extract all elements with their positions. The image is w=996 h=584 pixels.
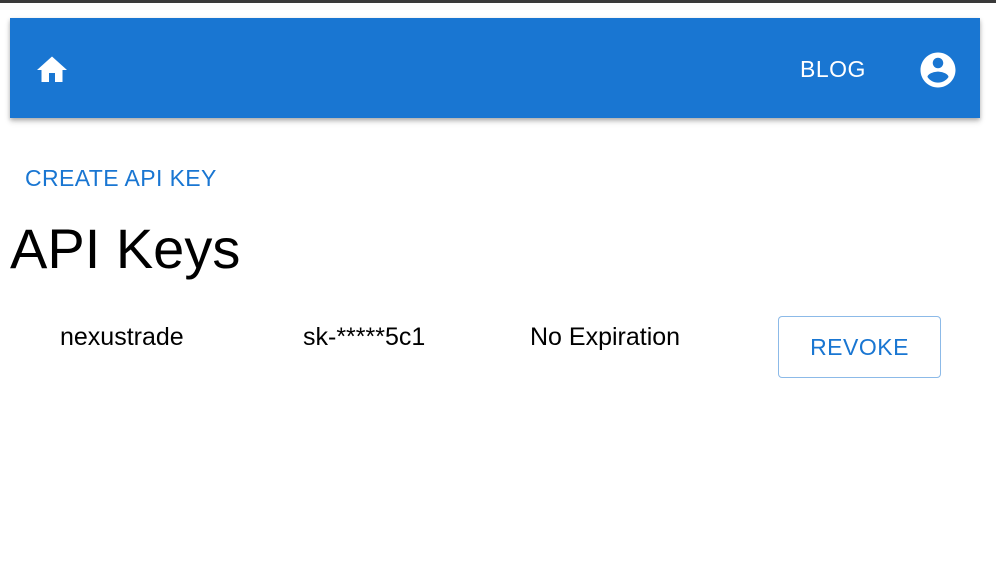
home-button[interactable] xyxy=(32,50,72,90)
api-key-row: nexustrade sk-*****5c1 No Expiration REV… xyxy=(0,316,996,380)
account-button[interactable] xyxy=(916,48,960,92)
api-key-masked-value: sk-*****5c1 xyxy=(303,323,426,351)
revoke-button[interactable]: REVOKE xyxy=(778,316,941,378)
window-top-border xyxy=(0,0,996,3)
app-bar: BLOG xyxy=(10,18,980,118)
account-circle-icon xyxy=(920,52,956,88)
home-icon xyxy=(37,56,67,82)
api-key-expiration: No Expiration xyxy=(530,323,681,351)
create-api-key-button[interactable]: CREATE API KEY xyxy=(25,163,217,193)
api-key-name: nexustrade xyxy=(60,323,184,351)
page-title: API Keys xyxy=(10,217,241,280)
blog-link[interactable]: BLOG xyxy=(800,54,866,84)
